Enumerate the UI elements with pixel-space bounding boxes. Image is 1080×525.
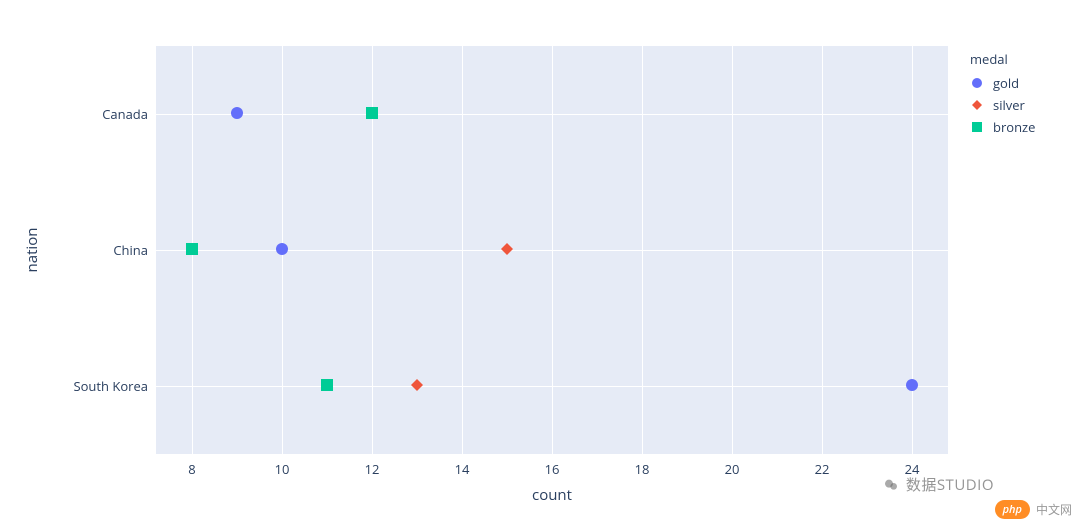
y-tick-label: China (113, 241, 148, 259)
legend-label: silver (993, 96, 1025, 114)
x-tick-label: 16 (545, 460, 560, 478)
data-point[interactable] (185, 239, 199, 261)
circle-icon (970, 76, 984, 90)
watermark-php: php 中文网 (995, 500, 1072, 519)
legend-label: gold (993, 74, 1019, 92)
square-icon (970, 120, 984, 134)
gridline-y (156, 114, 948, 115)
y-tick-label: Canada (102, 105, 148, 123)
data-point[interactable] (275, 239, 289, 261)
wechat-icon (883, 477, 899, 493)
data-point[interactable] (365, 103, 379, 125)
watermark-studio: 数据STUDIO (883, 474, 994, 495)
legend-title: medal (970, 50, 1035, 68)
data-point[interactable] (905, 375, 919, 397)
legend-item[interactable]: gold (970, 74, 1035, 92)
x-axis-label: count (532, 485, 572, 505)
x-tick-label: 10 (275, 460, 290, 478)
x-tick-label: 14 (455, 460, 470, 478)
x-tick-label: 22 (815, 460, 830, 478)
x-tick-label: 24 (905, 460, 920, 478)
watermark-bubble: php (995, 500, 1030, 519)
x-tick-label: 8 (188, 460, 195, 478)
data-point[interactable] (230, 103, 244, 125)
legend-item[interactable]: silver (970, 96, 1035, 114)
legend: medal gold silver bronze (970, 50, 1035, 140)
y-tick-label: South Korea (73, 377, 148, 395)
data-point[interactable] (410, 375, 424, 397)
watermark-studio-text: 数据STUDIO (906, 475, 994, 495)
x-tick-label: 18 (635, 460, 650, 478)
watermark-text: 中文网 (1036, 501, 1072, 518)
legend-label: bronze (993, 118, 1035, 136)
gridline-y (156, 386, 948, 387)
x-tick-label: 12 (365, 460, 380, 478)
y-axis-label: nation (22, 228, 42, 273)
x-tick-label: 20 (725, 460, 740, 478)
plot-area[interactable] (156, 46, 948, 454)
data-point[interactable] (320, 375, 334, 397)
data-point[interactable] (500, 239, 514, 261)
diamond-icon (970, 98, 984, 112)
scatter-chart: nation count medal gold silver bronze 数据ST… (0, 0, 1080, 525)
legend-item[interactable]: bronze (970, 118, 1035, 136)
